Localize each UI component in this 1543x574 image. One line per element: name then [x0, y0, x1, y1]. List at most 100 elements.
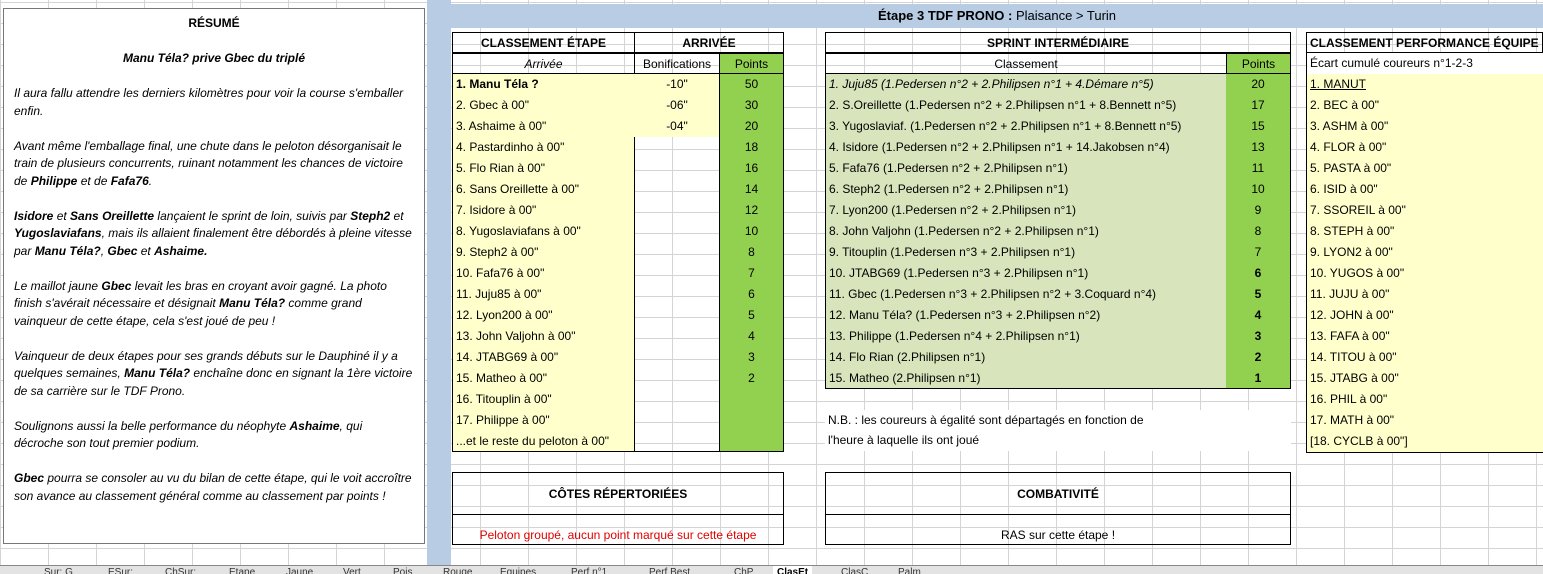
sprint-row-points[interactable]: 13 — [1226, 137, 1291, 158]
stage-row-points[interactable]: 5 — [719, 305, 784, 326]
sheet-tab[interactable]: Palm — [894, 566, 925, 574]
team-row[interactable]: 8. STEPH à 00" — [1306, 221, 1543, 242]
team-row[interactable]: 16. PHIL à 00" — [1306, 389, 1543, 410]
sprint-row-name[interactable]: 9. Titouplin (1.Pedersen n°3 + 2.Philips… — [825, 242, 1227, 263]
stage-row-bonus[interactable]: -04" — [634, 116, 720, 137]
sprint-row-points[interactable]: 5 — [1226, 284, 1291, 305]
stage-row-points[interactable]: 6 — [719, 284, 784, 305]
stage-row-name[interactable]: ...et le reste du peloton à 00" — [452, 431, 635, 452]
stage-row-bonus[interactable] — [634, 326, 720, 347]
sprint-row-points[interactable]: 6 — [1226, 263, 1291, 284]
sprint-row-name[interactable]: 12. Manu Téla? (1.Pedersen n°3 + 2.Phili… — [825, 305, 1227, 326]
team-row[interactable]: [18. CYCLB à 00"] — [1306, 431, 1543, 452]
team-row[interactable]: 3. ASHM à 00" — [1306, 116, 1543, 137]
stage-row-name[interactable]: 16. Titouplin à 00" — [452, 389, 635, 410]
team-row[interactable]: 10. YUGOS à 00" — [1306, 263, 1543, 284]
stage-row-points[interactable]: 2 — [719, 368, 784, 389]
stage-row-bonus[interactable] — [634, 410, 720, 431]
stage-row-bonus[interactable] — [634, 347, 720, 368]
sheet-tab[interactable]: Perf n°1 — [567, 566, 611, 574]
stage-row-name[interactable]: 12. Lyon200 à 00" — [452, 305, 635, 326]
stage-row-bonus[interactable] — [634, 263, 720, 284]
stage-row-points[interactable] — [719, 431, 784, 452]
stage-row-name[interactable]: 7. Isidore à 00" — [452, 200, 635, 221]
stage-row-points[interactable]: 50 — [719, 74, 784, 95]
stage-row-name[interactable]: 6. Sans Oreillette à 00" — [452, 179, 635, 200]
stage-row-name[interactable]: 5. Flo Rian à 00" — [452, 158, 635, 179]
stage-row-bonus[interactable] — [634, 200, 720, 221]
team-row[interactable]: 5. PASTA à 00" — [1306, 158, 1543, 179]
sprint-row-points[interactable]: 17 — [1226, 95, 1291, 116]
stage-row-bonus[interactable] — [634, 137, 720, 158]
stage-row-name[interactable]: 14. JTABG69 à 00" — [452, 347, 635, 368]
sheet-tab[interactable]: Perf Best — [645, 566, 694, 574]
sprint-row-name[interactable]: 2. S.Oreillette (1.Pedersen n°2 + 2.Phil… — [825, 95, 1227, 116]
stage-row-name[interactable]: 2. Gbec à 00" — [452, 95, 635, 116]
sheet-tab[interactable]: Jaune — [282, 566, 317, 574]
team-row[interactable]: 17. MATH à 00" — [1306, 410, 1543, 431]
sprint-row-name[interactable]: 10. JTABG69 (1.Pedersen n°3 + 2.Philipse… — [825, 263, 1227, 284]
sheet-tab[interactable]: Pois — [389, 566, 416, 574]
stage-row-name[interactable]: 11. Juju85 à 00" — [452, 284, 635, 305]
sprint-row-points[interactable]: 2 — [1226, 347, 1291, 368]
stage-row-bonus[interactable] — [634, 221, 720, 242]
stage-row-bonus[interactable] — [634, 284, 720, 305]
team-row[interactable]: 2. BEC à 00" — [1306, 95, 1543, 116]
sheet-tab[interactable]: Etape — [225, 566, 259, 574]
stage-row-points[interactable]: 30 — [719, 95, 784, 116]
stage-row-bonus[interactable] — [634, 389, 720, 410]
sprint-row-points[interactable]: 10 — [1226, 179, 1291, 200]
sprint-row-points[interactable]: 8 — [1226, 221, 1291, 242]
stage-row-bonus[interactable] — [634, 305, 720, 326]
stage-row-name[interactable]: 13. John Valjohn à 00" — [452, 326, 635, 347]
sprint-row-name[interactable]: 7. Lyon200 (1.Pedersen n°2 + 2.Philipsen… — [825, 200, 1227, 221]
sheet-tab[interactable]: Vert — [339, 566, 365, 574]
stage-row-points[interactable]: 20 — [719, 116, 784, 137]
team-row[interactable]: 4. FLOR à 00" — [1306, 137, 1543, 158]
sprint-row-points[interactable]: 1 — [1226, 368, 1291, 389]
stage-row-name[interactable]: 4. Pastardinho à 00" — [452, 137, 635, 158]
team-row[interactable]: 1. MANUT — [1306, 74, 1543, 95]
sprint-row-name[interactable]: 5. Fafa76 (1.Pedersen n°2 + 2.Philipsen … — [825, 158, 1227, 179]
sheet-tab[interactable]: ESur: — [104, 566, 137, 574]
sprint-row-name[interactable]: 14. Flo Rian (2.Philipsen n°1) — [825, 347, 1227, 368]
stage-row-bonus[interactable] — [634, 179, 720, 200]
team-row[interactable]: 12. JOHN à 00" — [1306, 305, 1543, 326]
sprint-row-points[interactable]: 15 — [1226, 116, 1291, 137]
team-row[interactable]: 7. SSOREIL à 00" — [1306, 200, 1543, 221]
sheet-tab[interactable]: Equipes — [496, 566, 540, 574]
sheet-tab[interactable]: ClasC — [837, 566, 872, 574]
sprint-row-name[interactable]: 13. Philippe (1.Pedersen n°4 + 2.Philips… — [825, 326, 1227, 347]
stage-row-points[interactable]: 16 — [719, 158, 784, 179]
stage-row-name[interactable]: 8. Yugoslaviafans à 00" — [452, 221, 635, 242]
sprint-row-name[interactable]: 6. Steph2 (1.Pedersen n°2 + 2.Philipsen … — [825, 179, 1227, 200]
sprint-row-name[interactable]: 4. Isidore (1.Pedersen n°2 + 2.Philipsen… — [825, 137, 1227, 158]
sprint-row-name[interactable]: 1. Juju85 (1.Pedersen n°2 + 2.Philipsen … — [825, 74, 1227, 95]
sheet-tab[interactable]: Rouge — [439, 566, 476, 574]
stage-row-bonus[interactable] — [634, 368, 720, 389]
sprint-row-name[interactable]: 11. Gbec (1.Pedersen n°3 + 2.Philipsen n… — [825, 284, 1227, 305]
stage-row-points[interactable]: 12 — [719, 200, 784, 221]
sprint-row-name[interactable]: 15. Matheo (2.Philipsen n°1) — [825, 368, 1227, 389]
stage-row-name[interactable]: 1. Manu Téla ? — [452, 74, 635, 95]
stage-row-name[interactable]: 3. Ashaime à 00" — [452, 116, 635, 137]
stage-row-points[interactable] — [719, 389, 784, 410]
sheet-tab[interactable]: ChP — [730, 566, 757, 574]
stage-row-points[interactable] — [719, 410, 784, 431]
stage-row-bonus[interactable]: -06" — [634, 95, 720, 116]
stage-row-name[interactable]: 17. Philippe à 00" — [452, 410, 635, 431]
stage-row-points[interactable]: 4 — [719, 326, 784, 347]
stage-row-points[interactable]: 10 — [719, 221, 784, 242]
sprint-row-points[interactable]: 9 — [1226, 200, 1291, 221]
stage-row-points[interactable]: 8 — [719, 242, 784, 263]
stage-row-name[interactable]: 9. Steph2 à 00" — [452, 242, 635, 263]
team-row[interactable]: 6. ISID à 00" — [1306, 179, 1543, 200]
sprint-row-points[interactable]: 20 — [1226, 74, 1291, 95]
team-row[interactable]: 13. FAFA à 00" — [1306, 326, 1543, 347]
stage-row-name[interactable]: 15. Matheo à 00" — [452, 368, 635, 389]
stage-row-bonus[interactable] — [634, 242, 720, 263]
stage-row-name[interactable]: 10. Fafa76 à 00" — [452, 263, 635, 284]
stage-row-points[interactable]: 18 — [719, 137, 784, 158]
sprint-row-points[interactable]: 7 — [1226, 242, 1291, 263]
stage-row-points[interactable]: 3 — [719, 347, 784, 368]
